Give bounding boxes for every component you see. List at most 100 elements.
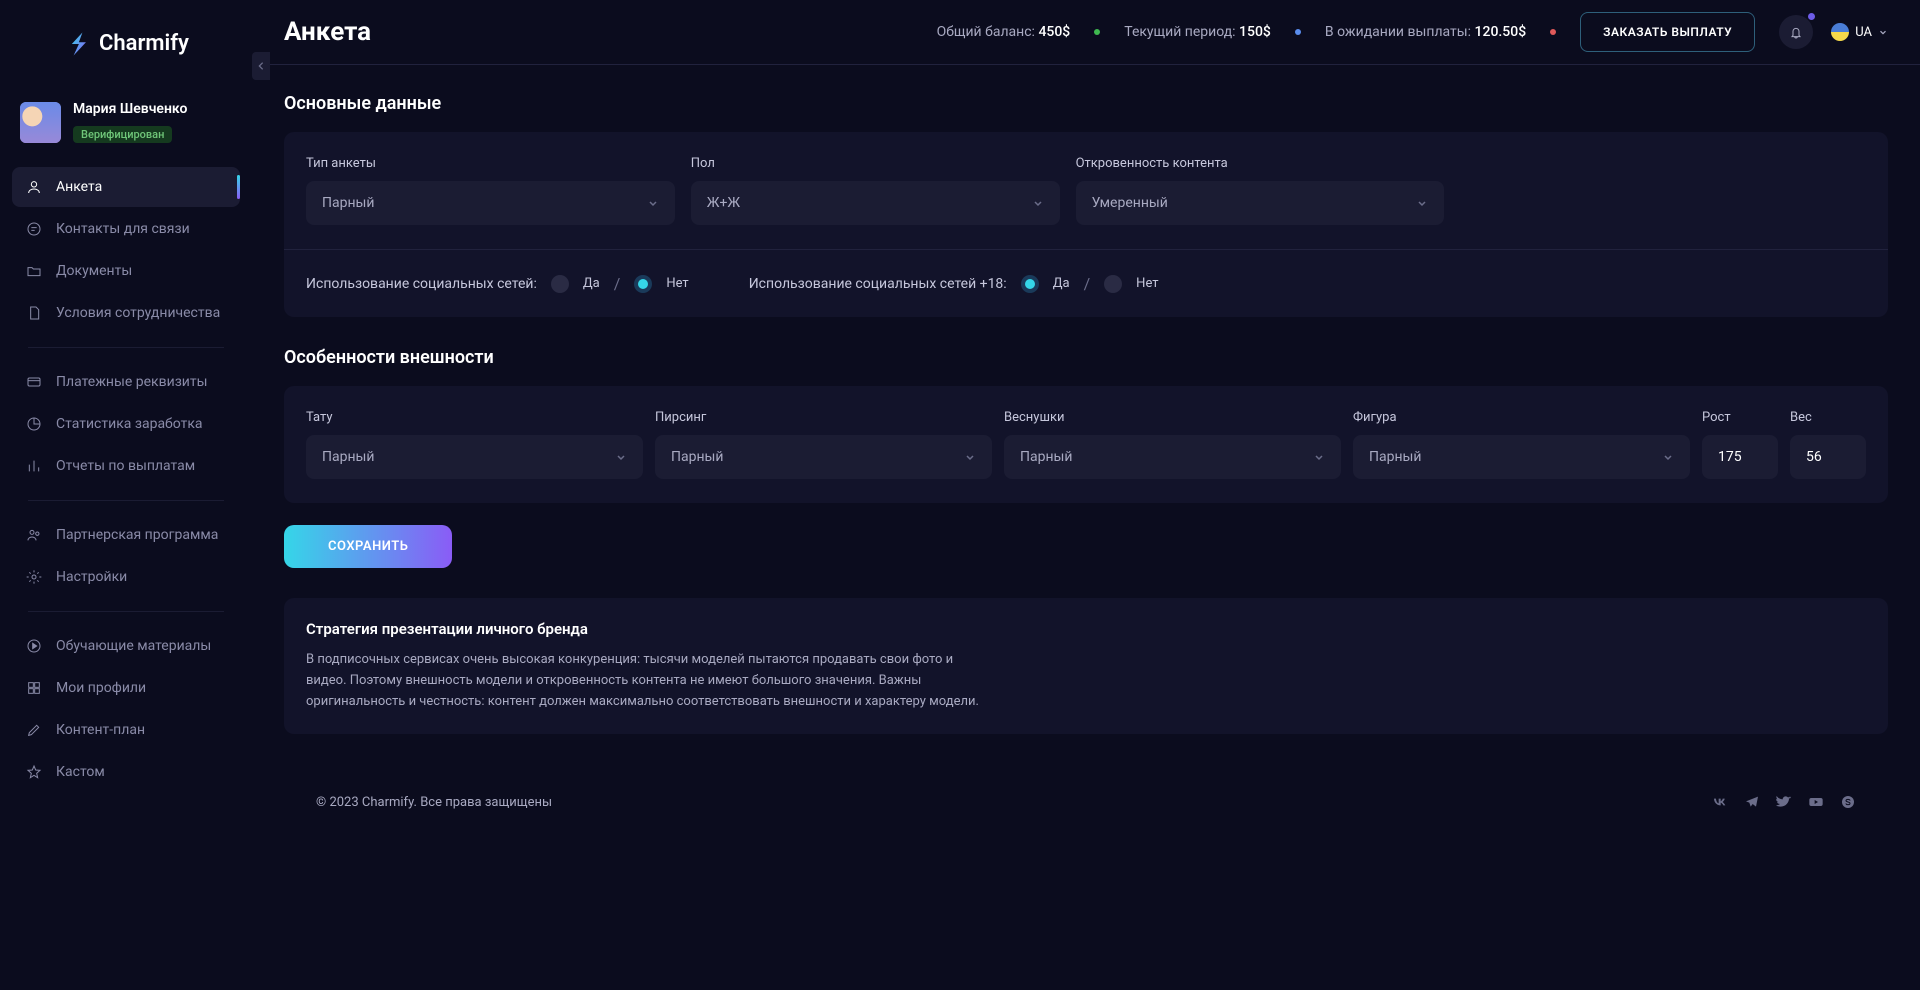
social-networks-group: Использование социальных сетей: Да / Нет xyxy=(306,274,689,293)
sidebar-item-settings[interactable]: Настройки xyxy=(12,557,240,597)
youtube-icon[interactable] xyxy=(1808,794,1824,810)
field-gender: Пол Ж+Ж xyxy=(691,156,1060,225)
section-title-basic: Основные данные xyxy=(284,93,1888,114)
field-freckles: Веснушки Парный xyxy=(1004,410,1341,479)
balance-value: 450$ xyxy=(1038,24,1070,40)
profile-type-select[interactable]: Парный xyxy=(306,181,675,225)
sidebar-item-affiliate[interactable]: Партнерская программа xyxy=(12,515,240,555)
sidebar-item-earnings-stats[interactable]: Статистика заработка xyxy=(12,404,240,444)
height-input[interactable]: 175 xyxy=(1702,435,1778,479)
pending-value: 120.50$ xyxy=(1475,24,1527,40)
bell-icon xyxy=(1788,24,1804,40)
radio-label-yes: Да xyxy=(1053,276,1070,291)
request-payout-button[interactable]: ЗАКАЗАТЬ ВЫПЛАТУ xyxy=(1580,12,1755,52)
sidebar-item-label: Анкета xyxy=(56,179,102,195)
star-icon xyxy=(26,764,42,780)
balance-label: Общий баланс: xyxy=(937,24,1035,40)
chevron-down-icon xyxy=(1032,197,1044,209)
field-profile-type: Тип анкеты Парный xyxy=(306,156,675,225)
user-block: Мария Шевченко Верифицирован xyxy=(0,87,252,157)
pencil-icon xyxy=(26,722,42,738)
gender-select[interactable]: Ж+Ж xyxy=(691,181,1060,225)
social18-label: Использование социальных сетей +18: xyxy=(749,276,1007,292)
save-button[interactable]: СОХРАНИТЬ xyxy=(284,525,452,568)
social-no-radio[interactable] xyxy=(634,275,652,293)
logo[interactable]: Charmify xyxy=(63,29,189,59)
card-icon xyxy=(26,374,42,390)
sidebar-item-content-plan[interactable]: Контент-план xyxy=(12,710,240,750)
sidebar-item-label: Партнерская программа xyxy=(56,527,218,543)
logo-icon xyxy=(63,29,93,59)
vk-icon[interactable] xyxy=(1712,794,1728,810)
field-label: Фигура xyxy=(1353,410,1690,425)
sidebar-item-learning[interactable]: Обучающие материалы xyxy=(12,626,240,666)
notifications-button[interactable] xyxy=(1779,15,1813,49)
field-height: Рост 175 xyxy=(1702,410,1778,479)
select-value: Ж+Ж xyxy=(707,195,740,211)
social18-yes-radio[interactable] xyxy=(1021,275,1039,293)
chat-icon xyxy=(26,221,42,237)
field-figure: Фигура Парный xyxy=(1353,410,1690,479)
select-value: Парный xyxy=(322,449,375,465)
explicitness-select[interactable]: Умеренный xyxy=(1076,181,1445,225)
flag-ua-icon xyxy=(1831,23,1849,41)
tattoo-select[interactable]: Парный xyxy=(306,435,643,479)
sidebar-item-label: Контент-план xyxy=(56,722,145,738)
chevron-left-icon xyxy=(257,61,265,71)
main: Анкета Общий баланс: 450$ Текущий период… xyxy=(252,0,1920,990)
period-label: Текущий период: xyxy=(1124,24,1235,40)
field-label: Откровенность контента xyxy=(1076,156,1445,171)
info-body: В подписочных сервисах очень высокая кон… xyxy=(306,650,986,712)
sidebar-item-contacts[interactable]: Контакты для связи xyxy=(12,209,240,249)
sidebar-item-label: Контакты для связи xyxy=(56,221,190,237)
sidebar-item-payout-reports[interactable]: Отчеты по выплатам xyxy=(12,446,240,486)
document-icon xyxy=(26,305,42,321)
piechart-icon xyxy=(26,416,42,432)
grid-icon xyxy=(26,680,42,696)
freckles-select[interactable]: Парный xyxy=(1004,435,1341,479)
basic-data-card: Тип анкеты Парный Пол Ж+Ж xyxy=(284,132,1888,317)
chevron-down-icon xyxy=(1416,197,1428,209)
social-label: Использование социальных сетей: xyxy=(306,276,537,292)
topbar: Анкета Общий баланс: 450$ Текущий период… xyxy=(252,0,1920,65)
field-weight: Вес 56 xyxy=(1790,410,1866,479)
sidebar-item-label: Обучающие материалы xyxy=(56,638,211,654)
avatar[interactable] xyxy=(20,102,61,143)
chevron-down-icon xyxy=(1662,451,1674,463)
sidebar-item-label: Платежные реквизиты xyxy=(56,374,208,390)
skype-icon[interactable] xyxy=(1840,794,1856,810)
nav-divider xyxy=(28,611,224,612)
info-title: Стратегия презентации личного бренда xyxy=(306,620,1866,638)
figure-select[interactable]: Парный xyxy=(1353,435,1690,479)
sidebar-collapse-button[interactable] xyxy=(252,52,270,80)
status-dot-blue xyxy=(1295,29,1301,35)
info-card: Стратегия презентации личного бренда В п… xyxy=(284,598,1888,734)
social-links xyxy=(1712,794,1856,810)
chevron-down-icon xyxy=(1878,27,1888,37)
sidebar-item-terms[interactable]: Условия сотрудничества xyxy=(12,293,240,333)
social-yes-radio[interactable] xyxy=(551,275,569,293)
play-icon xyxy=(26,638,42,654)
telegram-icon[interactable] xyxy=(1744,794,1760,810)
twitter-icon[interactable] xyxy=(1776,794,1792,810)
appearance-card: Тату Парный Пирсинг Парный xyxy=(284,386,1888,503)
field-piercing: Пирсинг Парный xyxy=(655,410,992,479)
select-value: Парный xyxy=(1369,449,1422,465)
footer: © 2023 Charmify. Все права защищены xyxy=(284,794,1888,840)
social18-no-radio[interactable] xyxy=(1104,275,1122,293)
sidebar-item-my-profiles[interactable]: Мои профили xyxy=(12,668,240,708)
radio-label-no: Нет xyxy=(1136,276,1158,291)
sidebar-item-custom[interactable]: Кастом xyxy=(12,752,240,792)
sidebar-item-payment-details[interactable]: Платежные реквизиты xyxy=(12,362,240,402)
language-switcher[interactable]: UA xyxy=(1831,23,1888,41)
select-value: Умеренный xyxy=(1092,195,1168,211)
chevron-down-icon xyxy=(615,451,627,463)
weight-input[interactable]: 56 xyxy=(1790,435,1866,479)
piercing-select[interactable]: Парный xyxy=(655,435,992,479)
sidebar-item-profile[interactable]: Анкета xyxy=(12,167,240,207)
user-name: Мария Шевченко xyxy=(73,101,187,117)
sidebar-item-label: Документы xyxy=(56,263,132,279)
sidebar-item-documents[interactable]: Документы xyxy=(12,251,240,291)
users-icon xyxy=(26,527,42,543)
chevron-down-icon xyxy=(1313,451,1325,463)
